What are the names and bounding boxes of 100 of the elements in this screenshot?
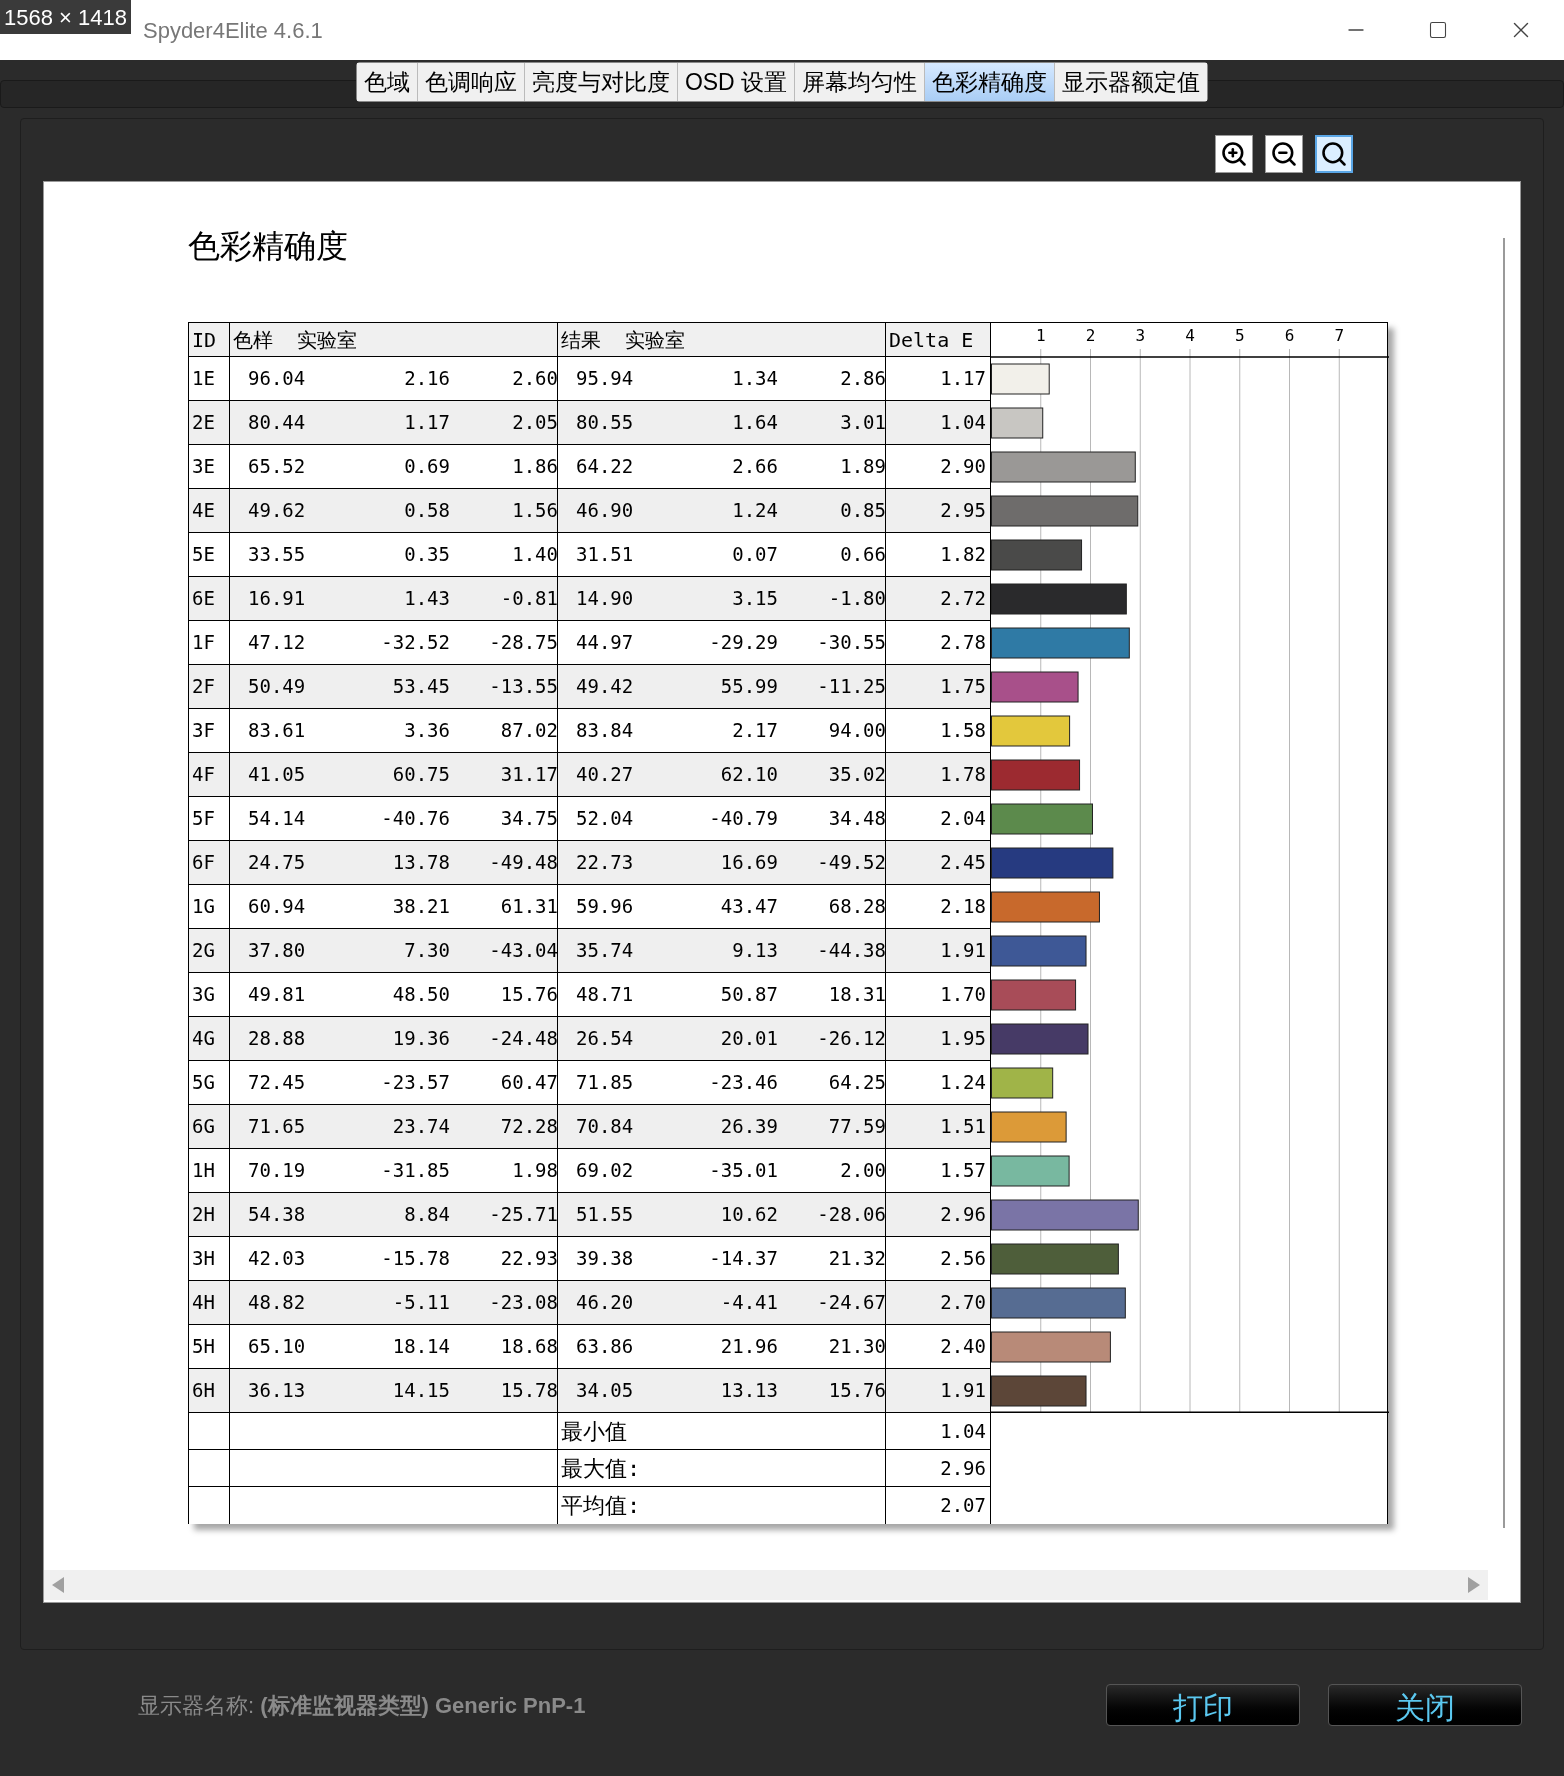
table-cell: 6G [189,1105,230,1148]
zoom-tool-button[interactable] [1265,135,1303,173]
table-cell-text: 83.61 [247,718,306,744]
table-cell-text: -25.71 [489,1202,558,1228]
capture-size-badge: 1568 × 1418 [0,0,131,34]
zoom-tool-button[interactable] [1215,135,1253,173]
table-cell-text: 2.00 [840,1158,886,1184]
summary-label: 最大值: [561,1454,641,1483]
table-cell-text: -0.81 [500,586,558,612]
table-cell: 4G [189,1017,230,1060]
table-cell-text: 2.78 [940,630,986,656]
table-cell-text: -28.06 [817,1202,886,1228]
maximize-icon[interactable] [1428,20,1448,40]
window-title: Spyder4Elite 4.6.1 [142,16,323,45]
table-cell-text: 51.55 [575,1202,634,1228]
table-cell-text: 1.64 [732,410,778,436]
table-cell-text: 87.02 [500,718,558,744]
table-cell-text: 22.73 [575,850,634,876]
table-cell: 5G [189,1061,230,1104]
table-cell-text: 1.40 [512,542,558,568]
summary-label: 最小值 [561,1417,627,1446]
table-cell-text: 34.05 [575,1378,634,1404]
table-cell-text: 46.20 [575,1290,634,1316]
table-cell-text: 2.95 [940,498,986,524]
table-cell-text: 13.78 [392,850,450,876]
table-cell: 1G [189,885,230,928]
table-cell-text: 2.05 [512,410,558,436]
column-header: ID [189,323,230,356]
table-cell-text: -49.52 [817,850,886,876]
table-cell-text: 1.04 [940,410,986,436]
search-icon [1320,140,1348,168]
table-cell-text: 9.13 [732,938,778,964]
table-cell-text: 26.39 [720,1114,778,1140]
table-cell-text: 62.10 [720,762,778,788]
table-cell-text: -23.57 [381,1070,450,1096]
dialog-button[interactable]: 打印 [1106,1684,1300,1726]
table-cell: 1E [189,357,230,400]
table-cell-text: 14.90 [575,586,634,612]
table-cell-text: 34.75 [500,806,558,832]
summary-label: 平均值: [561,1492,641,1520]
table-cell-text: 49.81 [247,982,306,1008]
table-cell-text: 8.84 [404,1202,450,1228]
table-cell-text: -15.78 [381,1246,450,1272]
axis-tick-label: 4 [1185,326,1195,345]
table-cell-text: 96.04 [247,366,306,392]
table-cell-text: 72.45 [247,1070,306,1096]
table-cell-text: 1.86 [512,454,558,480]
table-cell-text: -1.80 [828,586,886,612]
table-cell: 5H [189,1325,230,1368]
table-cell-text: 1.34 [732,366,778,392]
table-cell-text: 2.90 [940,454,986,480]
table-cell-text: 1.57 [940,1158,986,1184]
table-cell-text: 49.42 [575,674,634,700]
table-cell-text: 55.99 [720,674,778,700]
table-cell-text: 2.60 [512,366,558,392]
table-cell-text: 42.03 [247,1246,306,1272]
table-cell-text: 2.72 [940,586,986,612]
table-cell-text: 38.21 [392,894,450,920]
table-cell-text: 1.43 [404,586,450,612]
table-cell-text: 43.47 [720,894,778,920]
table-cell-text: 64.25 [828,1070,886,1096]
table-cell-text: 83.84 [575,718,634,744]
table-cell-text: 48.71 [575,982,634,1008]
table-cell-text: 2.16 [404,366,450,392]
table-cell-text: -11.25 [817,674,886,700]
table-cell-text: 7.30 [404,938,450,964]
table-cell-text: 50.49 [247,674,306,700]
table-cell-text: 1.24 [732,498,778,524]
zoom-tool-button[interactable] [1315,135,1353,173]
table-cell-text: -26.12 [817,1026,886,1052]
table-cell-text: 0.07 [732,542,778,568]
table-cell-text: 48.50 [392,982,450,1008]
table-cell-text: 16.91 [247,586,306,612]
table-cell-text: 46.90 [575,498,634,524]
table-cell-text: 10.62 [720,1202,778,1228]
table-cell: 6E [189,577,230,620]
axis-tick-label: 3 [1135,326,1146,345]
dialog-button[interactable]: 关闭 [1328,1684,1522,1726]
table-cell-text: 70.19 [247,1158,306,1184]
vertical-scrollbar[interactable] [1503,238,1505,1528]
axis-tick-label: 7 [1334,326,1345,345]
table-cell-text: 40.27 [575,762,634,788]
table-cell-text: -24.48 [489,1026,558,1052]
table-cell-text: -31.85 [381,1158,450,1184]
table-cell-text: 1.89 [840,454,886,480]
tab[interactable]: 色域 [356,63,418,101]
tab[interactable]: 色彩精确度 [925,63,1056,101]
table-cell-text: 34.48 [828,806,886,832]
table-cell-text: 71.65 [247,1114,306,1140]
table-cell-text: -44.38 [817,938,886,964]
table-cell-text: 2.18 [940,894,986,920]
table-cell-text: -23.08 [489,1290,558,1316]
table-cell-text: 3.15 [732,586,778,612]
table-cell-text: 1.56 [512,498,558,524]
axis-tick-label: 1 [1035,326,1046,345]
table-cell-text: 60.75 [392,762,450,788]
table-cell-text: 21.96 [720,1334,778,1360]
table-cell-text: 2.45 [940,850,986,876]
table-cell-text: 65.10 [247,1334,306,1360]
table-cell-text: 1.17 [940,366,986,392]
